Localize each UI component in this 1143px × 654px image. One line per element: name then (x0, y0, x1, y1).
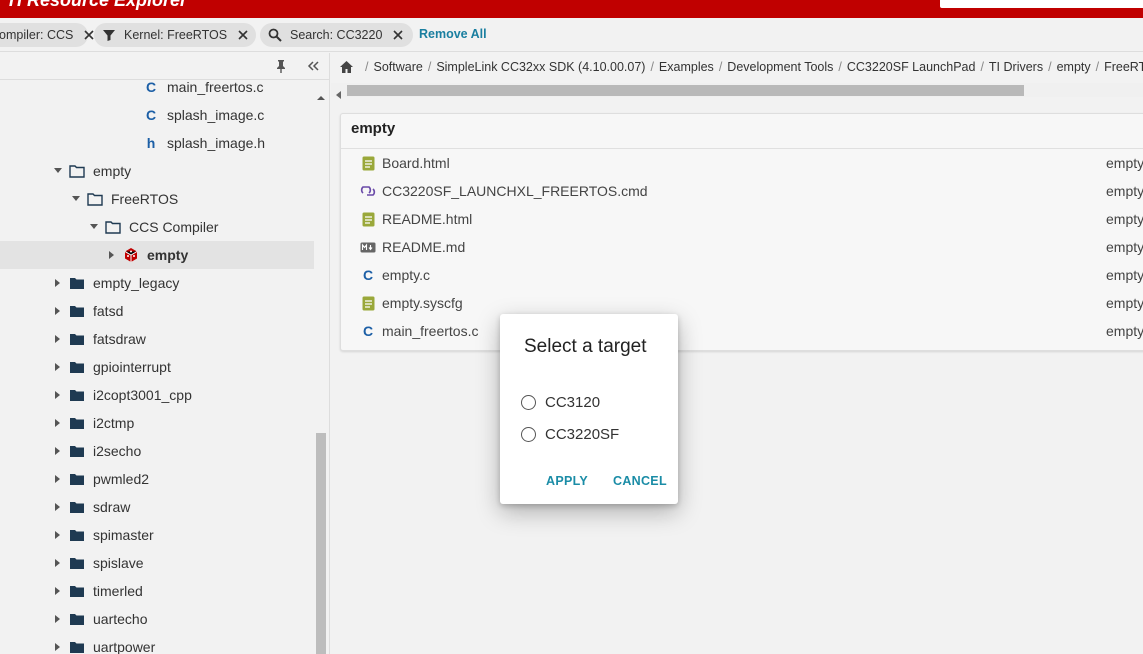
cancel-button[interactable]: CANCEL (613, 474, 667, 488)
radio-button[interactable] (521, 394, 536, 410)
dialog-title: Select a target (524, 336, 647, 357)
radio-button[interactable] (521, 426, 536, 442)
target-option-cc3120[interactable]: CC3120 (521, 391, 600, 413)
option-label: CC3220SF (545, 425, 620, 443)
select-target-dialog: Select a target CC3120 CC3220SF APPLY CA… (500, 314, 678, 504)
option-label: CC3120 (545, 393, 601, 411)
target-option-cc3220sf[interactable]: CC3220SF (521, 423, 619, 445)
apply-button[interactable]: APPLY (546, 474, 588, 488)
